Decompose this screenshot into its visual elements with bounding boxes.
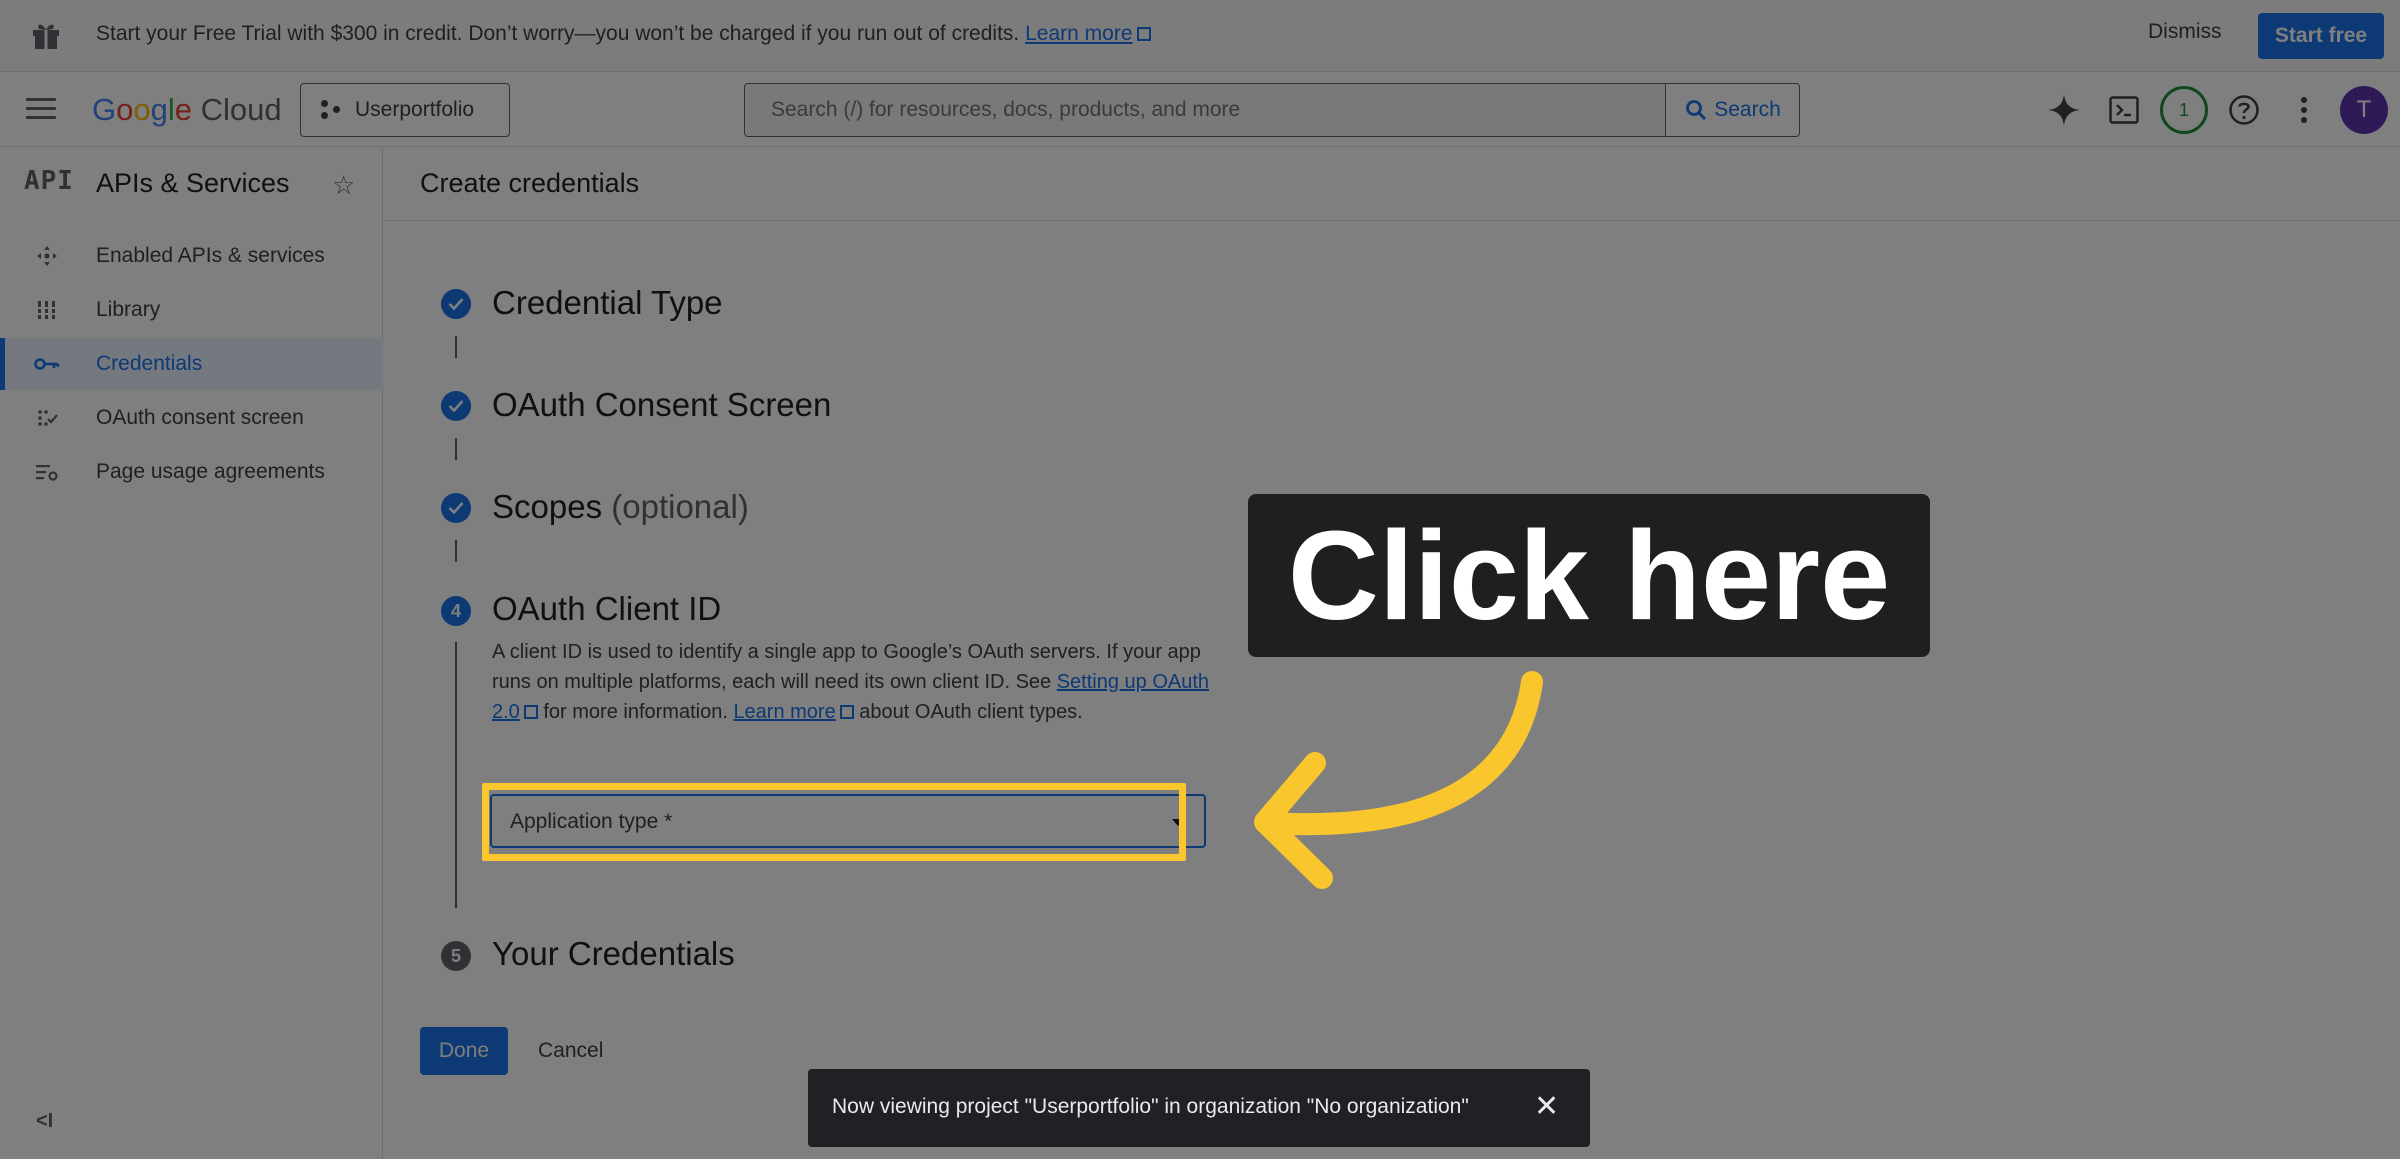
step-oauth-consent-screen[interactable]: OAuth Consent Screen — [492, 386, 831, 424]
snackbar: Now viewing project "Userportfolio" in o… — [808, 1069, 1590, 1147]
gift-icon — [33, 24, 59, 49]
sidebar-title: APIs & Services — [96, 168, 290, 198]
step-credential-type[interactable]: Credential Type — [492, 284, 723, 322]
step-connector — [455, 540, 457, 562]
star-icon[interactable]: ☆ — [332, 170, 355, 201]
avatar[interactable]: T — [2340, 86, 2388, 134]
search-button-label: Search — [1714, 98, 1781, 121]
title-divider — [384, 220, 2400, 221]
more-vert-icon[interactable] — [2286, 92, 2322, 128]
trial-banner: Start your Free Trial with $300 in credi… — [0, 0, 2400, 72]
step-scopes[interactable]: Scopes (optional) — [492, 488, 749, 526]
sidebar-item-label: Page usage agreements — [96, 460, 325, 483]
consent-icon — [34, 406, 60, 430]
step-connector — [455, 336, 457, 358]
external-link-icon — [839, 705, 854, 719]
learn-more-link[interactable]: Learn more — [733, 701, 854, 723]
step-optional-label: (optional) — [611, 488, 749, 525]
search-bar: Search — [744, 83, 1800, 137]
step-connector — [455, 642, 457, 908]
sidebar-item-page-usage[interactable]: Page usage agreements — [0, 446, 383, 498]
cloud-shell-icon[interactable] — [2106, 92, 2142, 128]
search-button[interactable]: Search — [1665, 84, 1799, 136]
sidebar-item-credentials[interactable]: Credentials — [0, 338, 383, 390]
notification-badge[interactable]: 1 — [2160, 86, 2208, 134]
api-badge: API — [24, 166, 74, 196]
start-free-button[interactable]: Start free — [2258, 13, 2384, 59]
sidebar-item-oauth-consent[interactable]: OAuth consent screen — [0, 392, 383, 444]
cancel-button[interactable]: Cancel — [538, 1039, 603, 1063]
step-check-icon — [441, 289, 471, 319]
project-name: Userportfolio — [355, 98, 475, 121]
dismiss-button[interactable]: Dismiss — [2148, 20, 2222, 44]
library-icon — [34, 298, 60, 322]
enabled-apis-icon — [34, 244, 60, 268]
step-check-icon — [441, 391, 471, 421]
external-link-icon — [1136, 27, 1151, 41]
project-picker[interactable]: Userportfolio — [300, 83, 510, 137]
step-check-icon — [441, 493, 471, 523]
sidebar-item-label: Library — [96, 298, 161, 321]
click-here-callout: Click here — [1248, 494, 1930, 657]
learn-more-link[interactable]: Learn more — [1025, 22, 1151, 45]
sidebar-item-label: OAuth consent screen — [96, 406, 304, 429]
search-icon — [1686, 100, 1707, 121]
google-cloud-logo[interactable]: Google Cloud — [92, 92, 282, 128]
trial-message: Start your Free Trial with $300 in credi… — [96, 22, 1151, 46]
sidebar-item-label: Enabled APIs & services — [96, 244, 325, 267]
top-header: Google Cloud Userportfolio Search 1 T — [0, 72, 2400, 147]
trial-message-text: Start your Free Trial with $300 in credi… — [96, 22, 1020, 45]
help-icon[interactable] — [2226, 92, 2262, 128]
sidebar-header: API APIs & Services ☆ — [0, 148, 383, 220]
key-icon — [34, 352, 60, 376]
page-title: Create credentials — [420, 168, 640, 198]
gemini-sparkle-icon[interactable] — [2046, 92, 2082, 128]
step-scopes-label: Scopes — [492, 488, 603, 525]
sidebar-item-label: Credentials — [96, 352, 203, 375]
project-icon — [321, 100, 341, 120]
logo-cloud: Cloud — [200, 92, 282, 127]
settings-list-icon — [34, 460, 60, 484]
snackbar-message: Now viewing project "Userportfolio" in o… — [832, 1095, 1469, 1118]
sidebar-item-library[interactable]: Library — [0, 284, 383, 336]
step-connector — [455, 438, 457, 460]
close-icon[interactable]: ✕ — [1534, 1089, 1559, 1124]
logo-google: Google — [92, 92, 193, 127]
callout-arrow-icon — [1254, 671, 1543, 889]
step-number-4: 4 — [441, 596, 471, 626]
tutorial-highlight — [482, 783, 1186, 861]
client-id-description: A client ID is used to identify a single… — [492, 641, 1210, 723]
done-button[interactable]: Done — [420, 1027, 508, 1075]
step-your-credentials: Your Credentials — [492, 935, 735, 972]
collapse-sidebar-button[interactable]: <I — [36, 1110, 53, 1133]
sidebar-item-enabled-apis[interactable]: Enabled APIs & services — [0, 230, 383, 282]
search-input[interactable] — [745, 84, 1665, 136]
external-link-icon — [523, 705, 538, 719]
menu-icon[interactable] — [26, 98, 56, 120]
sidebar: API APIs & Services ☆ Enabled APIs & ser… — [0, 148, 383, 1159]
step-oauth-client-id[interactable]: OAuth Client ID — [492, 590, 721, 628]
step-number-5: 5 — [441, 941, 471, 971]
